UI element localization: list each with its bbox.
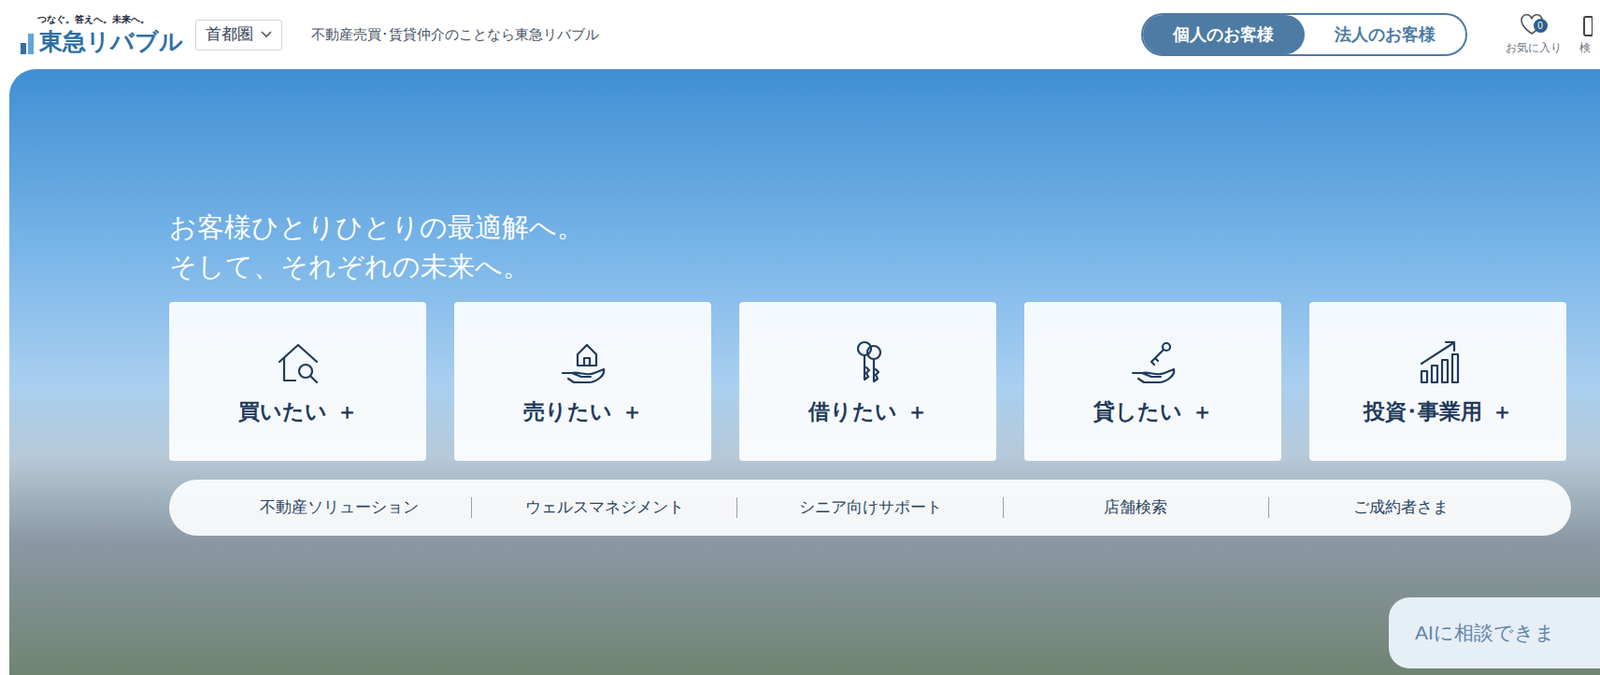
logo-name: 東急リバブル — [39, 26, 184, 57]
separator — [736, 497, 738, 518]
audience-tab-label: 個人のお客様 — [1172, 22, 1274, 48]
hero: お客様ひとりひとりの最適解へ。そして、それぞれの未来へ。買いたい＋売りたい＋借り… — [9, 69, 1600, 675]
logo-tagline: つなぐ。答えへ。未来へ。 — [18, 13, 187, 27]
quick-link[interactable]: ウェルスマネジメント — [471, 495, 737, 520]
favorites-button[interactable]: 0 お気に入り — [1504, 13, 1562, 57]
category-card[interactable]: 売りたい＋ — [454, 301, 712, 461]
growth-chart-icon — [1411, 335, 1466, 388]
hero-headline: お客様ひとりひとりの最適解へ。そして、それぞれの未来へ。 — [169, 207, 1600, 286]
expand-toggle: ＋ — [621, 395, 643, 429]
quick-link-label: ウェルスマネジメント — [525, 498, 685, 516]
site-description: 不動産売買･賃貸仲介のことなら東急リバブル — [311, 24, 600, 46]
audience-tab-label: 法人のお客様 — [1334, 22, 1436, 48]
category-card[interactable]: 投資･事業用＋ — [1309, 301, 1567, 461]
category-label-row: 投資･事業用＋ — [1363, 395, 1514, 429]
category-card[interactable]: 買いたい＋ — [169, 301, 427, 461]
ai-chat-button[interactable]: AIに相談できま — [1388, 597, 1600, 669]
quick-links-bar: 不動産ソリューション ウェルスマネジメント シニア向けサポート 店舗検索 ご成約者さま — [169, 479, 1572, 536]
region-select[interactable]: 首都圏 — [195, 19, 283, 51]
hand-key-icon — [1126, 335, 1181, 388]
keys-icon — [841, 335, 896, 388]
expand-toggle: ＋ — [1491, 395, 1514, 429]
logo-row: 東急リバブル — [18, 26, 187, 57]
quick-link[interactable]: ご成約者さま — [1269, 495, 1534, 520]
category-label-row: 買いたい＋ — [238, 395, 358, 429]
favorites-icon-wrap: 0 — [1519, 13, 1548, 40]
quick-link-label: 店舗検索 — [1103, 498, 1168, 516]
category-card[interactable]: 貸したい＋ — [1024, 301, 1282, 461]
ai-chat-label: AIに相談できま — [1414, 617, 1556, 648]
region-label: 首都圏 — [205, 22, 254, 47]
category-grid: 買いたい＋売りたい＋借りたい＋貸したい＋投資･事業用＋ — [169, 301, 1567, 461]
category-label-row: 売りたい＋ — [523, 395, 643, 429]
category-label: 売りたい — [523, 395, 613, 429]
separator — [1002, 497, 1004, 518]
search-icon — [1579, 14, 1593, 40]
headline-line: そして、それぞれの未来へ。 — [169, 246, 1600, 286]
category-label: 貸したい — [1093, 395, 1183, 429]
favorites-label: お気に入り — [1505, 39, 1562, 57]
logo[interactable]: つなぐ。答えへ。未来へ。東急リバブル — [18, 13, 187, 57]
search-button[interactable]: 検 — [1579, 13, 1600, 57]
separator — [1268, 497, 1270, 518]
expand-toggle: ＋ — [1191, 395, 1214, 429]
quick-link-label: 不動産ソリューション — [259, 498, 419, 516]
audience-tab[interactable]: 法人のお客様 — [1304, 14, 1467, 55]
quick-link[interactable]: 店舗検索 — [1003, 495, 1269, 520]
headline-line: お客様ひとりひとりの最適解へ。 — [169, 207, 1600, 247]
house-search-icon — [271, 335, 326, 388]
separator — [471, 497, 472, 518]
quick-link[interactable]: 不動産ソリューション — [206, 495, 472, 520]
expand-toggle: ＋ — [906, 395, 929, 429]
category-label-row: 借りたい＋ — [808, 395, 929, 429]
hand-house-icon — [556, 335, 611, 388]
category-card[interactable]: 借りたい＋ — [739, 301, 997, 461]
site-header: つなぐ。答えへ。未来へ。東急リバブル首都圏 不動産売買･賃貸仲介のことなら東急リバ… — [0, 0, 1600, 70]
category-label: 買いたい — [238, 395, 328, 429]
quick-link-label: シニア向けサポート — [799, 498, 943, 516]
audience-tab[interactable]: 個人のお客様 — [1142, 14, 1305, 55]
quick-link[interactable]: シニア向けサポート — [737, 495, 1002, 520]
audience-toggle: 個人のお客様 法人のお客様 — [1141, 13, 1468, 57]
category-label: 借りたい — [808, 395, 898, 429]
favorites-count-badge: 0 — [1533, 18, 1548, 33]
expand-toggle: ＋ — [336, 395, 358, 429]
search-label: 検 — [1579, 39, 1591, 57]
category-label: 投資･事業用 — [1363, 395, 1483, 429]
quick-link-label: ご成約者さま — [1353, 498, 1449, 516]
chevron-down-icon — [260, 30, 272, 39]
category-label-row: 貸したい＋ — [1093, 395, 1214, 429]
logo-mark-icon — [18, 29, 38, 57]
